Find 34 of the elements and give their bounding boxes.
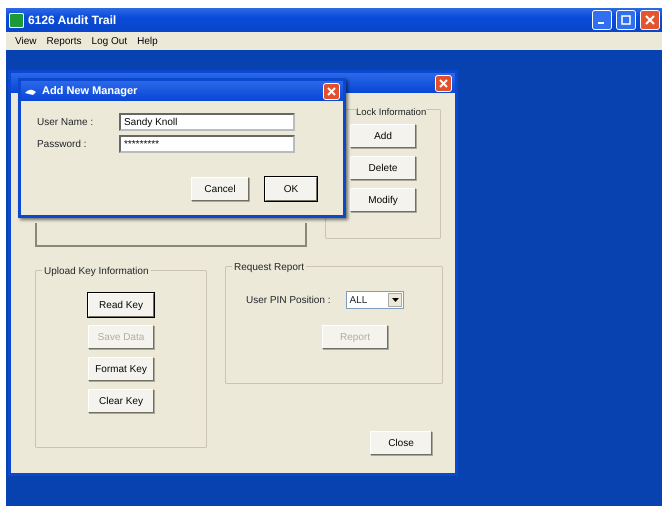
group-label: Request Report	[232, 260, 306, 275]
button[interactable]: Cancel	[191, 177, 249, 201]
input-field[interactable]: Sandy Knoll	[119, 113, 295, 131]
menu-item[interactable]: View	[10, 34, 42, 48]
close-icon	[439, 78, 448, 88]
close-button[interactable]	[323, 82, 340, 100]
minimize-button[interactable]	[592, 10, 612, 30]
button[interactable]: Close	[370, 431, 432, 455]
minimize-icon	[598, 22, 604, 24]
close-icon	[645, 15, 655, 25]
menu-item[interactable]: Log Out	[86, 34, 132, 48]
pin-dropdown[interactable]: ALL	[346, 291, 404, 309]
close-icon	[327, 86, 336, 96]
field-label: User Name :	[37, 116, 94, 130]
input-field[interactable]: *********	[119, 135, 295, 153]
button[interactable]: Add	[350, 124, 416, 148]
window-title: 6126 Audit Trail	[28, 12, 116, 29]
close-button[interactable]	[640, 10, 660, 30]
app-icon	[9, 12, 24, 28]
maximize-icon	[621, 15, 631, 25]
button[interactable]: Delete	[350, 156, 416, 180]
maximize-button[interactable]	[616, 10, 636, 30]
button[interactable]: OK	[265, 177, 317, 201]
dialog-title: Add New Manager	[42, 84, 138, 99]
button[interactable]: Modify	[350, 188, 416, 212]
button[interactable]: Format Key	[88, 357, 154, 381]
menu-item[interactable]: Help	[132, 34, 163, 48]
button[interactable]: Read Key	[88, 293, 154, 317]
group-label: Upload Key Information	[42, 264, 151, 279]
field-label: Password :	[37, 138, 88, 152]
field-label: User PIN Position :	[246, 294, 330, 308]
menu-item[interactable]: Reports	[42, 34, 87, 48]
close-button[interactable]	[435, 74, 452, 92]
button[interactable]: Clear Key	[88, 389, 154, 413]
